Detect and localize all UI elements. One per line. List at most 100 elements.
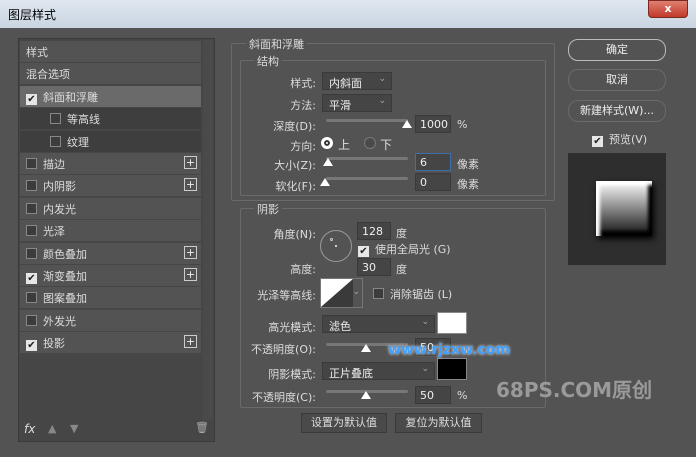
reset-default-button[interactable]: 复位为默认值 — [395, 413, 482, 433]
add-icon[interactable]: + — [184, 245, 197, 259]
style-item-label: 描边 — [43, 158, 65, 171]
gloss-contour-label: 光泽等高线: — [257, 289, 316, 302]
angle-input[interactable]: 128 — [357, 222, 391, 240]
new-style-button[interactable]: 新建样式(W)... — [568, 100, 666, 122]
title-bar: 图层样式 — [0, 0, 696, 28]
style-item-checkbox[interactable] — [26, 158, 37, 169]
angle-dial[interactable] — [320, 230, 352, 262]
chevron-down-icon: ⌄ — [378, 96, 386, 106]
style-item[interactable]: 内阴影 + — [20, 175, 201, 197]
size-input[interactable]: 6 — [415, 153, 451, 171]
size-label: 大小(Z): — [274, 159, 316, 172]
style-item-checkbox[interactable] — [26, 292, 37, 304]
soften-slider[interactable] — [326, 177, 408, 180]
style-item-label: 内发光 — [43, 202, 76, 216]
style-select[interactable]: 内斜面 ⌄ — [322, 72, 392, 90]
style-item-checkbox[interactable] — [26, 314, 37, 326]
add-icon[interactable]: + — [184, 268, 197, 281]
bevel-title: 斜面和浮雕 — [246, 36, 307, 52]
depth-unit: % — [457, 118, 468, 131]
global-light-checkbox[interactable]: ✔ — [358, 246, 369, 257]
style-item[interactable]: 描边 + — [20, 153, 201, 174]
make-default-button[interactable]: 设置为默认值 — [301, 413, 387, 433]
style-item-checkbox[interactable] — [26, 180, 37, 192]
shadow-opacity-label: 不透明度(C): — [252, 391, 316, 404]
style-item-label: 内阴影 — [43, 180, 76, 194]
style-item-checkbox[interactable] — [50, 135, 61, 147]
style-item-label: 图案叠加 — [43, 292, 87, 306]
technique-select[interactable]: 平滑 ⌄ — [322, 94, 392, 112]
direction-down-label: 下 — [380, 138, 393, 152]
style-item[interactable]: 样式 — [20, 41, 201, 62]
style-item[interactable]: 外发光 — [20, 309, 201, 331]
style-value: 内斜面 — [329, 77, 362, 90]
list-scrollbar[interactable] — [203, 40, 213, 420]
style-item[interactable]: 图案叠加 — [20, 287, 201, 309]
style-item-checkbox[interactable] — [26, 225, 37, 237]
ok-button[interactable]: 确定 — [568, 39, 666, 61]
style-item-label: 纹理 — [67, 135, 89, 149]
shadow-color-swatch[interactable] — [437, 358, 467, 380]
brand-watermark: 68PS.COM原创 — [496, 378, 653, 402]
highlight-opacity-label: 不透明度(O): — [251, 343, 316, 356]
preview-checkbox[interactable]: ✔ — [592, 136, 603, 147]
depth-slider-thumb[interactable] — [402, 120, 412, 128]
size-slider[interactable] — [326, 157, 408, 160]
style-label: 样式: — [290, 77, 316, 90]
style-item[interactable]: 颜色叠加 + — [20, 242, 201, 264]
style-item-checkbox[interactable]: ✔ — [26, 93, 37, 105]
add-icon[interactable]: + — [184, 178, 197, 192]
style-item[interactable]: 内发光 — [20, 197, 201, 219]
highlight-opacity-thumb[interactable] — [361, 344, 371, 352]
fx-button[interactable]: fx — [24, 422, 35, 436]
style-item-label: 外发光 — [43, 314, 76, 328]
depth-slider[interactable] — [326, 119, 408, 122]
style-item[interactable]: 混合选项 — [20, 63, 201, 85]
shadow-mode-label: 阴影模式: — [268, 368, 316, 381]
soften-slider-thumb[interactable] — [320, 178, 330, 186]
antialias-checkbox[interactable] — [373, 288, 384, 299]
direction-up-radio[interactable] — [321, 137, 333, 149]
chevron-down-icon: ⌄ — [352, 287, 360, 297]
soften-input[interactable]: 0 — [415, 173, 451, 191]
style-item[interactable]: ✔ 斜面和浮雕 — [20, 85, 201, 107]
highlight-mode-label: 高光模式: — [268, 321, 316, 334]
style-item[interactable]: ✔ 投影 + — [20, 332, 201, 354]
style-item-checkbox[interactable]: ✔ — [26, 340, 37, 352]
shadow-opacity-thumb[interactable] — [361, 391, 371, 399]
style-item-checkbox[interactable]: ✔ — [26, 273, 37, 284]
cancel-button[interactable]: 取消 — [568, 69, 666, 91]
close-button[interactable]: x — [648, 0, 688, 18]
move-up-icon[interactable]: ▲ — [48, 422, 56, 435]
move-down-icon[interactable]: ▼ — [70, 422, 78, 435]
style-item[interactable]: 光泽 — [20, 220, 201, 242]
window-title: 图层样式 — [8, 8, 57, 22]
style-item[interactable]: 纹理 — [20, 130, 201, 152]
depth-input[interactable]: 1000 — [415, 115, 451, 133]
style-item-label: 光泽 — [43, 225, 65, 239]
style-item[interactable]: ✔ 渐变叠加 + — [20, 265, 201, 286]
gloss-contour-picker[interactable]: ⌄ — [320, 278, 363, 308]
add-icon[interactable]: + — [184, 335, 197, 349]
shadow-mode-select[interactable]: 正片叠底 ⌄ — [322, 362, 435, 380]
direction-label: 方向: — [290, 140, 316, 153]
style-item-label: 渐变叠加 — [43, 270, 87, 283]
highlight-color-swatch[interactable] — [437, 312, 467, 334]
altitude-label: 高度: — [290, 263, 316, 276]
size-slider-thumb[interactable] — [323, 158, 333, 166]
direction-down-radio[interactable] — [364, 137, 376, 149]
global-light-label: 使用全局光 (G) — [375, 243, 451, 256]
chevron-down-icon: ⌄ — [378, 74, 386, 84]
style-item-checkbox[interactable] — [26, 247, 37, 259]
style-item-checkbox[interactable] — [26, 202, 37, 214]
shadow-opacity-input[interactable]: 50 — [415, 386, 451, 404]
add-icon[interactable]: + — [184, 156, 197, 169]
highlight-mode-select[interactable]: 滤色 ⌄ — [322, 315, 435, 333]
style-item-checkbox[interactable] — [50, 113, 61, 125]
style-item-label: 斜面和浮雕 — [43, 90, 98, 104]
altitude-input[interactable]: 30 — [357, 258, 391, 276]
shadow-mode-value: 正片叠底 — [329, 367, 373, 380]
style-item[interactable]: 等高线 — [20, 108, 201, 130]
trash-icon[interactable]: 🗑 — [195, 421, 209, 434]
style-list: 样式 混合选项 ✔ 斜面和浮雕等高线纹理 描边 + 内阴影 + 内发光光泽颜色叠加 + ✔ 渐变叠加 +… — [18, 38, 215, 442]
